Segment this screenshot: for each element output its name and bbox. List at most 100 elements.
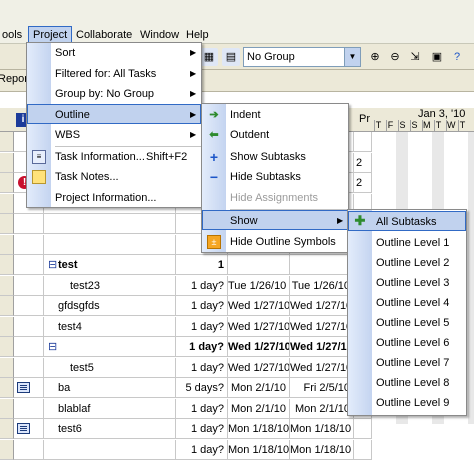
finish-cell[interactable] bbox=[290, 255, 354, 275]
table-row[interactable]: test23 1 day? Tue 1/26/10 Tue 1/26/10 bbox=[44, 276, 372, 296]
indicator-cell[interactable] bbox=[14, 358, 44, 378]
row-header[interactable] bbox=[0, 194, 14, 214]
row-header[interactable] bbox=[0, 317, 14, 337]
row-header[interactable] bbox=[0, 419, 14, 439]
task-name-cell[interactable]: ⊟ bbox=[44, 337, 176, 357]
menu-item-outline-level-9[interactable]: Outline Level 9 bbox=[348, 393, 466, 413]
task-name-cell[interactable]: test6 bbox=[44, 419, 176, 439]
start-cell[interactable]: Wed 1/27/10 bbox=[228, 317, 290, 337]
menu-item-outline-level-3[interactable]: Outline Level 3 bbox=[348, 273, 466, 293]
start-cell[interactable]: Mon 2/1/10 bbox=[228, 399, 290, 419]
start-cell[interactable]: Wed 1/27/10 bbox=[228, 358, 290, 378]
predecessors-cell[interactable]: 2 bbox=[354, 153, 372, 173]
indicator-cell[interactable] bbox=[14, 317, 44, 337]
row-header[interactable] bbox=[0, 399, 14, 419]
row-header[interactable] bbox=[0, 378, 14, 398]
indicator-cell[interactable] bbox=[14, 378, 44, 398]
predecessors-cell[interactable] bbox=[354, 132, 372, 152]
outline-collapse-icon[interactable]: ⊟ bbox=[48, 337, 57, 357]
task-name-cell[interactable]: gfdsgfds bbox=[44, 296, 176, 316]
menu-item-hide-outline-symbols[interactable]: ± Hide Outline Symbols bbox=[202, 232, 348, 252]
start-cell[interactable]: Mon 1/18/10 bbox=[228, 419, 290, 439]
table-row[interactable]: test6 1 day? Mon 1/18/10 Mon 1/18/10 bbox=[44, 419, 372, 439]
menu-item-filter[interactable]: Filtered for: All Tasks ▶ bbox=[27, 64, 201, 84]
table-row[interactable]: 1 day? Mon 1/18/10 Mon 1/18/10 bbox=[44, 440, 372, 460]
row-header[interactable] bbox=[0, 153, 14, 173]
copy-picture-icon[interactable]: ▣ bbox=[428, 48, 446, 66]
row-header[interactable] bbox=[0, 337, 14, 357]
menu-item-outline-level-8[interactable]: Outline Level 8 bbox=[348, 373, 466, 393]
indicator-cell[interactable] bbox=[14, 276, 44, 296]
finish-cell[interactable]: Mon 1/18/10 bbox=[290, 440, 354, 460]
menu-item-all-subtasks[interactable]: ✚ All Subtasks bbox=[348, 211, 466, 231]
toolbar-icon[interactable]: ▦ bbox=[200, 48, 218, 66]
zoom-out-icon[interactable]: ⊖ bbox=[386, 48, 404, 66]
menu-item-outline-level-6[interactable]: Outline Level 6 bbox=[348, 333, 466, 353]
table-row[interactable]: ⊟ 1 day? Wed 1/27/10 Wed 1/27/10 bbox=[44, 337, 372, 357]
predecessors-cell[interactable] bbox=[354, 440, 372, 460]
table-row[interactable]: blablaf 1 day? Mon 2/1/10 Mon 2/1/10 bbox=[44, 399, 372, 419]
start-cell[interactable]: Wed 1/27/10 bbox=[228, 337, 290, 357]
duration-cell[interactable]: 1 bbox=[176, 255, 228, 275]
menu-tools[interactable]: ools bbox=[0, 26, 26, 44]
row-header[interactable] bbox=[0, 440, 14, 460]
zoom-in-icon[interactable]: ⊕ bbox=[366, 48, 384, 66]
help-icon[interactable]: ? bbox=[448, 48, 466, 66]
duration-cell[interactable]: 1 day? bbox=[176, 337, 228, 357]
indicator-cell[interactable] bbox=[14, 337, 44, 357]
task-name-cell[interactable]: test5 bbox=[44, 358, 176, 378]
finish-cell[interactable]: Mon 2/1/10 bbox=[290, 399, 354, 419]
table-row[interactable]: test5 1 day? Wed 1/27/10 Wed 1/27/10 bbox=[44, 358, 372, 378]
menu-item-outdent[interactable]: ⬅ Outdent bbox=[202, 125, 348, 145]
finish-cell[interactable]: Fri 2/5/10 bbox=[290, 378, 354, 398]
table-row[interactable]: gfdsgfds 1 day? Wed 1/27/10 Wed 1/27/10 bbox=[44, 296, 372, 316]
indicator-cell[interactable] bbox=[14, 296, 44, 316]
indicator-cell[interactable] bbox=[14, 399, 44, 419]
finish-cell[interactable]: Wed 1/27/10 bbox=[290, 296, 354, 316]
row-header[interactable] bbox=[0, 173, 14, 193]
start-cell[interactable]: Tue 1/26/10 bbox=[228, 276, 290, 296]
start-cell[interactable]: Mon 2/1/10 bbox=[228, 378, 290, 398]
indicator-cell[interactable] bbox=[14, 214, 44, 234]
finish-cell[interactable]: Wed 1/27/10 bbox=[290, 337, 354, 357]
duration-cell[interactable]: 1 day? bbox=[176, 419, 228, 439]
table-row[interactable]: ⊟ test 1 bbox=[44, 255, 372, 275]
menu-item-outline-level-7[interactable]: Outline Level 7 bbox=[348, 353, 466, 373]
task-name-cell[interactable] bbox=[44, 440, 176, 460]
row-header[interactable] bbox=[0, 255, 14, 275]
row-header[interactable] bbox=[0, 276, 14, 296]
task-name-cell[interactable]: ⊟ test bbox=[44, 255, 176, 275]
menu-item-wbs[interactable]: WBS ▶ bbox=[27, 125, 201, 145]
duration-cell[interactable]: 1 day? bbox=[176, 399, 228, 419]
table-row[interactable]: ba 5 days? Mon 2/1/10 Fri 2/5/10 bbox=[44, 378, 372, 398]
finish-cell[interactable]: Wed 1/27/10 bbox=[290, 317, 354, 337]
scroll-to-task-icon[interactable]: ⇲ bbox=[406, 48, 424, 66]
finish-cell[interactable]: Mon 1/18/10 bbox=[290, 419, 354, 439]
predecessors-cell[interactable] bbox=[354, 419, 372, 439]
menu-item-task-notes[interactable]: Task Notes... bbox=[27, 167, 201, 187]
row-header[interactable] bbox=[0, 132, 14, 152]
menu-item-outline-level-1[interactable]: Outline Level 1 bbox=[348, 233, 466, 253]
indicator-cell[interactable] bbox=[14, 255, 44, 275]
task-name-cell[interactable]: test4 bbox=[44, 317, 176, 337]
menu-item-outline-level-4[interactable]: Outline Level 4 bbox=[348, 293, 466, 313]
toolbar-icon[interactable]: ▤ bbox=[222, 48, 240, 66]
start-cell[interactable]: Wed 1/27/10 bbox=[228, 296, 290, 316]
row-header[interactable] bbox=[0, 296, 14, 316]
duration-cell[interactable]: 1 day? bbox=[176, 358, 228, 378]
indicator-cell[interactable] bbox=[14, 235, 44, 255]
indicator-cell[interactable] bbox=[14, 440, 44, 460]
task-name-cell[interactable]: ba bbox=[44, 378, 176, 398]
start-cell[interactable] bbox=[228, 255, 290, 275]
duration-cell[interactable]: 5 days? bbox=[176, 378, 228, 398]
task-name-cell[interactable] bbox=[44, 214, 176, 234]
indicator-cell[interactable] bbox=[14, 419, 44, 439]
row-header[interactable] bbox=[0, 235, 14, 255]
menu-item-show-subtasks[interactable]: + Show Subtasks bbox=[202, 147, 348, 167]
duration-cell[interactable]: 1 day? bbox=[176, 440, 228, 460]
row-header[interactable] bbox=[0, 358, 14, 378]
group-select[interactable]: No Group ▼ bbox=[243, 47, 361, 67]
menu-item-project-information[interactable]: Project Information... bbox=[27, 188, 201, 208]
predecessors-cell[interactable]: 2 bbox=[354, 173, 372, 193]
task-name-cell[interactable] bbox=[44, 235, 176, 255]
